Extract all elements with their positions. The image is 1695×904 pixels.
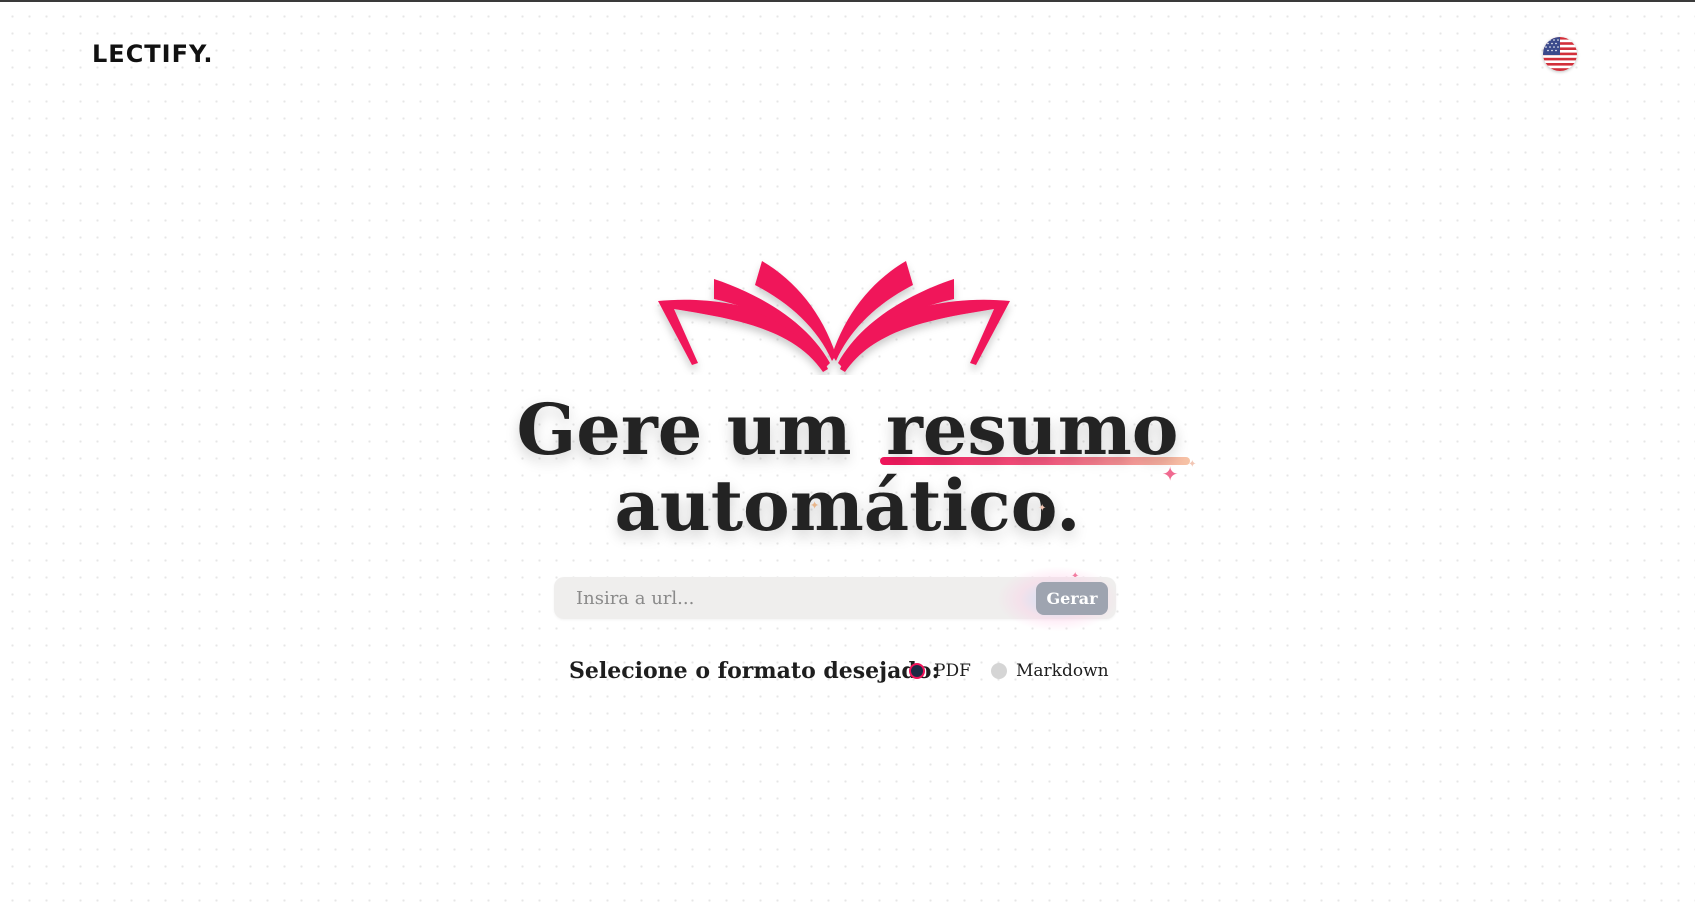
top-border [0,0,1695,2]
us-flag-icon[interactable] [1543,37,1577,71]
url-input[interactable] [576,577,976,619]
gerar-button[interactable]: Gerar [1036,582,1108,615]
radio-button-pdf[interactable] [909,663,925,679]
headline-highlight: resumo ✦ ✦ [876,392,1196,484]
radio-label-pdf: PDF [934,661,971,681]
highlight-word: resumo [885,388,1179,471]
format-label: Selecione o formato desejado: [569,658,940,684]
open-book-icon [652,255,1016,375]
radio-label-markdown: Markdown [1016,661,1109,681]
format-option-markdown[interactable]: Markdown [991,661,1109,681]
hero-headline: Gere um resumo ✦ ✦ automático. [0,392,1695,544]
headline-line-2: automático. [0,468,1695,544]
logo[interactable]: LECTIFY. [92,40,214,68]
headline-line-2-text: automático. [614,464,1081,547]
url-search-bar: Gerar [554,567,1118,631]
headline-prefix: Gere um [516,388,852,471]
format-option-pdf[interactable]: PDF [909,661,971,681]
radio-button-markdown[interactable] [991,663,1007,679]
headline-line-1: Gere um resumo ✦ ✦ [0,392,1695,485]
sparkle-icon: ✦ [810,499,820,512]
sparkle-icon: ✦ [1038,503,1047,514]
